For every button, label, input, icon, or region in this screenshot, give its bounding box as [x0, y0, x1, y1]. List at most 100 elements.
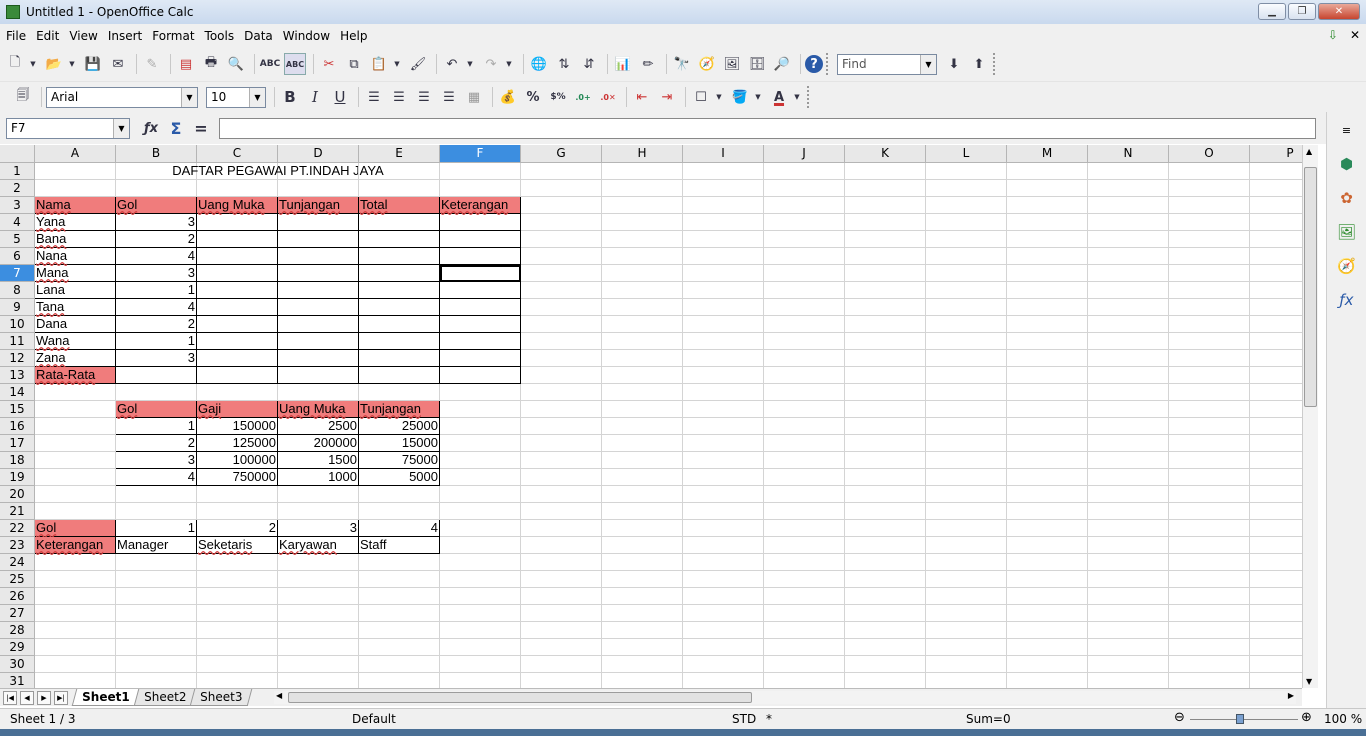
cell-M8[interactable]: [1007, 282, 1088, 299]
column-header-L[interactable]: L: [926, 145, 1007, 163]
sort-ascending-icon[interactable]: ⇅: [553, 53, 575, 75]
find-toolbar-handle[interactable]: [993, 53, 998, 75]
cell-A12[interactable]: Zana: [35, 350, 116, 367]
cell-P13[interactable]: [1250, 367, 1302, 384]
cell-P25[interactable]: [1250, 571, 1302, 588]
spellcheck-icon[interactable]: ABC: [259, 53, 281, 75]
cell-E16[interactable]: 25000: [359, 418, 440, 435]
cell-B25[interactable]: [116, 571, 197, 588]
cell-I14[interactable]: [683, 384, 764, 401]
help-icon[interactable]: ?: [805, 55, 823, 73]
cell-F4[interactable]: [440, 214, 521, 231]
cell-M3[interactable]: [1007, 197, 1088, 214]
cell-J21[interactable]: [764, 503, 845, 520]
cell-K13[interactable]: [845, 367, 926, 384]
row-header[interactable]: 21: [0, 503, 35, 520]
clone-formatting-icon[interactable]: 🖌: [407, 53, 429, 75]
cell-I8[interactable]: [683, 282, 764, 299]
cell-B12[interactable]: 3: [116, 350, 197, 367]
sum-indicator[interactable]: Sum=0: [966, 712, 1011, 726]
cell-H25[interactable]: [602, 571, 683, 588]
data-sources-icon[interactable]: 🗄: [746, 53, 768, 75]
cell-N16[interactable]: [1088, 418, 1169, 435]
row-header[interactable]: 2: [0, 180, 35, 197]
cell-P23[interactable]: [1250, 537, 1302, 554]
cell-B27[interactable]: [116, 605, 197, 622]
cell-G21[interactable]: [521, 503, 602, 520]
cell-P15[interactable]: [1250, 401, 1302, 418]
cell-C25[interactable]: [197, 571, 278, 588]
open-dropdown-icon[interactable]: ▼: [68, 53, 76, 75]
cell-A11[interactable]: Wana: [35, 333, 116, 350]
cell-J22[interactable]: [764, 520, 845, 537]
cell-D8[interactable]: [278, 282, 359, 299]
cell-M25[interactable]: [1007, 571, 1088, 588]
cell-P5[interactable]: [1250, 231, 1302, 248]
cell-J28[interactable]: [764, 622, 845, 639]
cell-E4[interactable]: [359, 214, 440, 231]
cell-J18[interactable]: [764, 452, 845, 469]
last-sheet-icon[interactable]: ▶|: [54, 690, 68, 705]
cell-I27[interactable]: [683, 605, 764, 622]
navigator-sidebar-icon[interactable]: 🧭: [1335, 254, 1359, 278]
cell-B17[interactable]: 2: [116, 435, 197, 452]
cell-H30[interactable]: [602, 656, 683, 673]
export-pdf-icon[interactable]: ▤: [175, 53, 197, 75]
cell-E10[interactable]: [359, 316, 440, 333]
cell-P21[interactable]: [1250, 503, 1302, 520]
cell-D26[interactable]: [278, 588, 359, 605]
scroll-up-icon[interactable]: ▲: [1306, 147, 1312, 156]
cell-I2[interactable]: [683, 180, 764, 197]
cell-H17[interactable]: [602, 435, 683, 452]
column-header-B[interactable]: B: [116, 145, 197, 163]
cell-A18[interactable]: [35, 452, 116, 469]
open-folder-icon[interactable]: 📂: [43, 53, 65, 75]
cell-P4[interactable]: [1250, 214, 1302, 231]
menu-edit[interactable]: Edit: [31, 29, 64, 43]
row-header[interactable]: 5: [0, 231, 35, 248]
zoom-slider[interactable]: [1190, 719, 1298, 720]
cell-K8[interactable]: [845, 282, 926, 299]
font-name-box[interactable]: Arial ▼: [46, 86, 198, 108]
cell-J7[interactable]: [764, 265, 845, 282]
cell-H5[interactable]: [602, 231, 683, 248]
cell-F17[interactable]: [440, 435, 521, 452]
cell-K3[interactable]: [845, 197, 926, 214]
cell-O29[interactable]: [1169, 639, 1250, 656]
cell-G31[interactable]: [521, 673, 602, 688]
redo-dropdown-icon[interactable]: ▼: [505, 53, 513, 75]
cell-F23[interactable]: [440, 537, 521, 554]
cell-J9[interactable]: [764, 299, 845, 316]
cell-H24[interactable]: [602, 554, 683, 571]
column-header-P[interactable]: P: [1250, 145, 1302, 163]
cell-M21[interactable]: [1007, 503, 1088, 520]
cell-A15[interactable]: [35, 401, 116, 418]
cell-I24[interactable]: [683, 554, 764, 571]
cell-G12[interactable]: [521, 350, 602, 367]
cell-I23[interactable]: [683, 537, 764, 554]
cut-icon[interactable]: ✂: [318, 53, 340, 75]
cell-D24[interactable]: [278, 554, 359, 571]
cell-F6[interactable]: [440, 248, 521, 265]
cell-O10[interactable]: [1169, 316, 1250, 333]
cell-A23[interactable]: Keterangan: [35, 537, 116, 554]
cell-K29[interactable]: [845, 639, 926, 656]
cell-G24[interactable]: [521, 554, 602, 571]
cell-L15[interactable]: [926, 401, 1007, 418]
cell-D13[interactable]: [278, 367, 359, 384]
horizontal-scroll-thumb[interactable]: [288, 692, 752, 703]
cell-K11[interactable]: [845, 333, 926, 350]
cell-N27[interactable]: [1088, 605, 1169, 622]
styles-formatting-icon[interactable]: 🗐: [12, 86, 34, 108]
cell-L24[interactable]: [926, 554, 1007, 571]
cell-L1[interactable]: [926, 163, 1007, 180]
cell-K17[interactable]: [845, 435, 926, 452]
cell-M27[interactable]: [1007, 605, 1088, 622]
cell-C20[interactable]: [197, 486, 278, 503]
cell-P12[interactable]: [1250, 350, 1302, 367]
cell-G19[interactable]: [521, 469, 602, 486]
row-header[interactable]: 3: [0, 197, 35, 214]
cell-H3[interactable]: [602, 197, 683, 214]
cell-G22[interactable]: [521, 520, 602, 537]
paste-dropdown-icon[interactable]: ▼: [393, 53, 401, 75]
